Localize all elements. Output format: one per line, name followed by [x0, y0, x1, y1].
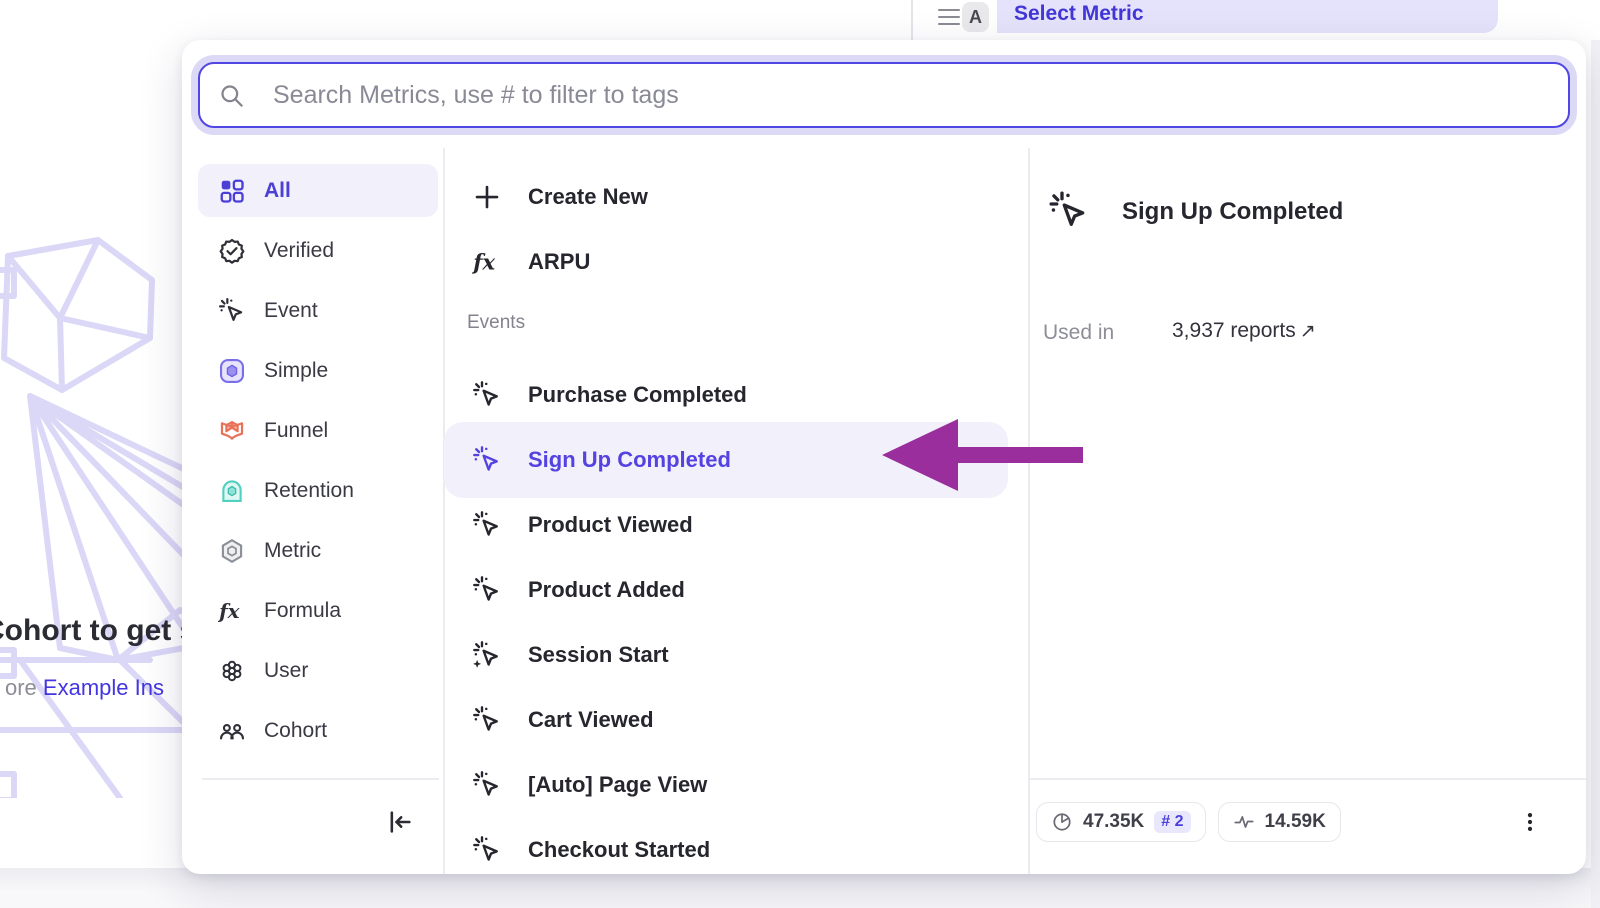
example-insights-link[interactable]: Example Ins [43, 675, 164, 700]
stat-pill-pulse[interactable]: 14.59K [1218, 802, 1341, 842]
sidebar-item-label: Formula [264, 599, 341, 623]
metric-search-input[interactable] [273, 81, 1568, 110]
formula-icon: ƒx [472, 247, 502, 277]
sidebar-divider [202, 778, 439, 780]
sidebar-item-label: Cohort [264, 719, 327, 743]
used-in-reports-link[interactable]: 3,937 reports↗ [1172, 319, 1316, 343]
sidebar-item-cohort[interactable]: Cohort [198, 704, 438, 757]
sidebar-item-verified[interactable]: Verified [198, 224, 438, 277]
annotation-arrow [870, 408, 1095, 508]
sidebar-item-label: User [264, 659, 308, 683]
collapse-icon [386, 808, 414, 836]
sidebar-item-label: Metric [264, 539, 321, 563]
sidebar-item-event[interactable]: Event [198, 284, 438, 337]
select-metric-label: Select Metric [1014, 2, 1144, 26]
event-icon [472, 705, 502, 735]
event-icon [472, 770, 502, 800]
background-link-prefix: ore [5, 675, 43, 700]
simple-icon [218, 357, 246, 385]
sidebar-item-simple[interactable]: Simple [198, 344, 438, 397]
column-divider [443, 148, 445, 874]
pie-icon [1051, 811, 1073, 833]
event-icon [1048, 190, 1090, 232]
list-item-label: Sign Up Completed [528, 447, 731, 473]
list-item-auto-page-view[interactable]: [Auto] Page View [453, 756, 999, 814]
search-icon [218, 82, 245, 109]
event-icon [472, 510, 502, 540]
sidebar-item-user[interactable]: User [198, 644, 438, 697]
metric-search-bar [198, 62, 1570, 128]
event-star-icon [472, 640, 502, 670]
report-header: A Select Metric [911, 0, 1600, 40]
list-item-label: ARPU [528, 249, 590, 275]
list-item-label: Product Added [528, 577, 685, 603]
background-heading-fragment: Cohort to get s [0, 614, 196, 648]
user-icon [218, 657, 246, 685]
stat-pill-pie[interactable]: 47.35K # 2 [1036, 802, 1206, 842]
grid-icon [218, 177, 246, 205]
drag-handle-icon[interactable] [938, 9, 960, 25]
funnel-icon [218, 417, 246, 445]
list-item-label: Checkout Started [528, 837, 710, 863]
list-item-product-added[interactable]: Product Added [453, 561, 999, 619]
list-item-label: Session Start [528, 642, 669, 668]
metric-type-sidebar: All Verified Event Simple Funnel Retenti… [198, 164, 438, 757]
sidebar-item-formula[interactable]: ƒx Formula [198, 584, 438, 637]
sidebar-item-label: Simple [264, 359, 328, 383]
sidebar-item-label: Verified [264, 239, 334, 263]
page-right-band [1591, 40, 1600, 908]
events-section-label: Events [467, 312, 525, 334]
list-item-label: [Auto] Page View [528, 772, 707, 798]
svg-text:ƒx: ƒx [218, 599, 240, 623]
plus-icon [472, 182, 502, 212]
event-icon [472, 575, 502, 605]
list-item-label: Purchase Completed [528, 382, 747, 408]
sidebar-item-funnel[interactable]: Funnel [198, 404, 438, 457]
sidebar-item-all[interactable]: All [198, 164, 438, 217]
list-item-arpu[interactable]: ƒx ARPU [453, 238, 999, 286]
event-icon [218, 297, 246, 325]
list-item-checkout-started[interactable]: Checkout Started [453, 821, 999, 879]
cohort-icon [218, 717, 246, 745]
sidebar-item-label: Event [264, 299, 318, 323]
formula-icon: ƒx [218, 597, 246, 625]
kebab-icon [1519, 811, 1541, 833]
external-link-icon: ↗ [1300, 321, 1316, 342]
svg-text:ƒx: ƒx [472, 251, 495, 276]
event-icon [472, 835, 502, 865]
event-icon [472, 445, 502, 475]
detail-divider [1029, 778, 1586, 780]
sidebar-item-label: All [264, 179, 291, 203]
list-item-label: Product Viewed [528, 512, 693, 538]
more-options-button[interactable] [1510, 802, 1550, 842]
rank-badge: # 2 [1154, 811, 1190, 833]
pulse-icon [1233, 811, 1255, 833]
sidebar-item-retention[interactable]: Retention [198, 464, 438, 517]
stat-value: 14.59K [1265, 811, 1326, 833]
event-icon [472, 380, 502, 410]
page-divider [911, 0, 913, 40]
verified-icon [218, 237, 246, 265]
stat-value: 47.35K [1083, 811, 1144, 833]
sidebar-item-label: Funnel [264, 419, 328, 443]
list-item-cart-viewed[interactable]: Cart Viewed [453, 691, 999, 749]
detail-stats: 47.35K # 2 14.59K [1036, 802, 1341, 842]
column-divider [1028, 148, 1030, 874]
create-new-button[interactable]: Create New [453, 173, 999, 221]
series-a-badge: A [962, 2, 989, 32]
list-item-session-start[interactable]: Session Start [453, 626, 999, 684]
background-link-line: ore Example Ins [5, 675, 164, 701]
select-metric-field[interactable]: Select Metric [997, 0, 1498, 33]
sidebar-item-metric[interactable]: Metric [198, 524, 438, 577]
sidebar-item-label: Retention [264, 479, 354, 503]
list-item-label: Cart Viewed [528, 707, 654, 733]
used-in-label: Used in [1043, 321, 1114, 345]
collapse-sidebar-button[interactable] [380, 802, 420, 842]
metric-icon [218, 537, 246, 565]
create-new-label: Create New [528, 184, 648, 210]
detail-title: Sign Up Completed [1122, 198, 1343, 226]
retention-icon [218, 477, 246, 505]
